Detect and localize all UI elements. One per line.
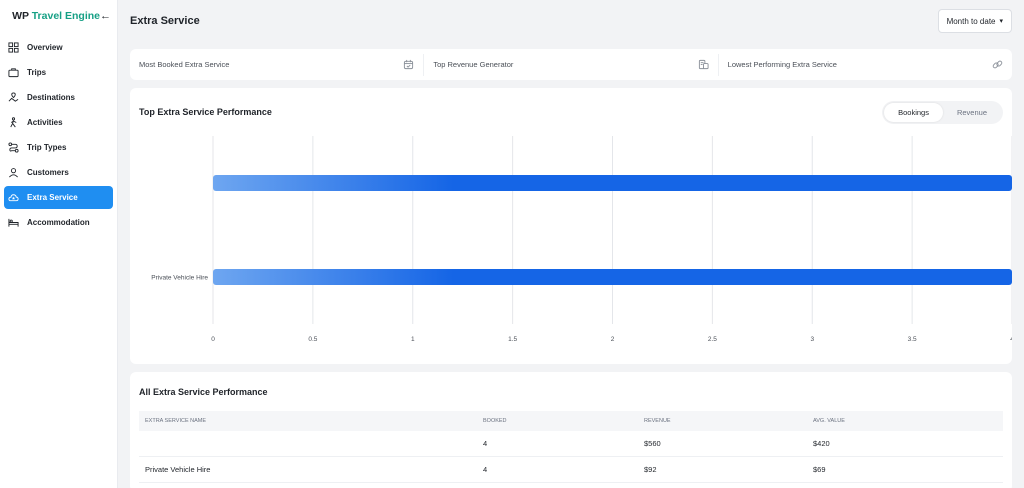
x-tick-label: 2.5 [708, 336, 717, 343]
suitcase-icon [8, 68, 19, 78]
page-title: Extra Service [130, 15, 200, 27]
sidebar-item-label: Extra Service [27, 193, 78, 202]
bar[interactable] [213, 269, 1012, 285]
chevron-down-icon: ▾ [999, 18, 1003, 25]
grid-icon [8, 42, 19, 53]
table-title: All Extra Service Performance [139, 386, 268, 397]
x-tick-label: 0.5 [308, 336, 317, 343]
hiker-icon [10, 117, 17, 128]
main-content: Extra Service Month to date ▾ Most Booke… [118, 0, 1024, 488]
x-tick-label: 3.5 [908, 336, 917, 343]
table-row: 4 $560 $420 [139, 431, 1003, 457]
bar[interactable] [213, 175, 1012, 191]
x-tick-label: 2 [611, 336, 615, 343]
cell-revenue: $92 [644, 465, 657, 474]
sidebar-item-label: Destinations [27, 93, 76, 102]
sidebar-item-label: Trip Types [27, 143, 67, 152]
x-tick-label: 1.5 [508, 336, 517, 343]
cell-booked: 4 [483, 439, 488, 448]
coins-icon [698, 59, 709, 70]
x-tick-label: 3 [810, 336, 814, 343]
kpi-summary: Most Booked Extra Service Top Revenue Ge… [130, 49, 1012, 80]
user-icon [9, 168, 18, 178]
chart-card: Top Extra Service Performance Bookings R… [130, 88, 1012, 364]
sidebar-item-label: Overview [27, 43, 63, 52]
sidebar-item-trip-types[interactable]: Trip Types [4, 136, 113, 159]
cell-avg: $420 [813, 439, 830, 448]
sidebar-item-overview[interactable]: Overview [4, 36, 113, 59]
topbar: Extra Service Month to date ▾ [130, 0, 1012, 42]
brand: WP Travel Engine ← [0, 0, 117, 32]
sidebar-nav: Overview Trips Destinations Activities Trip … [0, 36, 117, 234]
y-category-label: Private Vehicle Hire [151, 275, 208, 282]
table-row: Private Vehicle Hire 4 $92 $69 [139, 457, 1003, 483]
kpi-most-booked: Most Booked Extra Service [130, 53, 425, 76]
sidebar-item-label: Accommodation [27, 218, 90, 227]
cell-name: Private Vehicle Hire [145, 465, 211, 474]
cloud-star-icon [8, 194, 19, 202]
sidebar-item-label: Customers [27, 168, 69, 177]
sidebar-item-trips[interactable]: Trips [4, 61, 113, 84]
kpi-label: Lowest Performing Extra Service [727, 60, 837, 69]
destination-icon [8, 92, 19, 102]
date-range-label: Month to date [946, 16, 996, 26]
sidebar-item-extra-service[interactable]: Extra Service [4, 186, 113, 209]
date-range-select[interactable]: Month to date ▾ [937, 9, 1012, 33]
kpi-label: Top Revenue Generator [433, 60, 514, 69]
sidebar-item-label: Activities [27, 118, 63, 127]
x-tick-label: 0 [211, 336, 215, 343]
bar-chart: 0 0.5 1 1.5 2 2.5 3 3.5 4 Private Vehicle Hire [151, 136, 1012, 343]
x-tick-label: 4 [1010, 336, 1012, 343]
table-body: 4 $560 $420 Private Vehicle Hire 4 $92 $69 [139, 431, 1003, 483]
table-card: All Extra Service Performance Extra Serv… [130, 372, 1012, 488]
sidebar-item-activities[interactable]: Activities [4, 111, 113, 134]
col-header-name: Extra Service Name [145, 418, 207, 424]
col-header-avg: Avg. Value [813, 418, 845, 424]
table-header: Extra Service Name Booked Revenue Avg. V… [139, 411, 1003, 431]
kpi-lowest-performing: Lowest Performing Extra Service [719, 54, 1012, 76]
brand-name: WP Travel Engine [12, 10, 100, 22]
sidebar: WP Travel Engine ← Overview Trips Destinat… [0, 0, 118, 488]
col-header-revenue: Revenue [644, 418, 671, 424]
calendar-check-icon [404, 59, 414, 70]
cell-avg: $69 [813, 465, 826, 474]
cell-booked: 4 [483, 465, 488, 474]
x-tick-label: 1 [411, 336, 415, 343]
route-icon [8, 142, 19, 153]
sidebar-item-customers[interactable]: Customers [4, 161, 113, 184]
link-icon [992, 60, 1003, 69]
col-header-booked: Booked [483, 418, 507, 424]
sidebar-item-destinations[interactable]: Destinations [4, 86, 113, 109]
sidebar-item-label: Trips [27, 68, 47, 77]
kpi-label: Most Booked Extra Service [139, 60, 230, 69]
kpi-top-revenue: Top Revenue Generator [424, 53, 719, 76]
cell-revenue: $560 [644, 439, 661, 448]
collapse-sidebar-icon[interactable]: ← [100, 10, 111, 22]
sidebar-item-accommodation[interactable]: Accommodation [4, 211, 113, 234]
bed-icon [8, 218, 19, 227]
